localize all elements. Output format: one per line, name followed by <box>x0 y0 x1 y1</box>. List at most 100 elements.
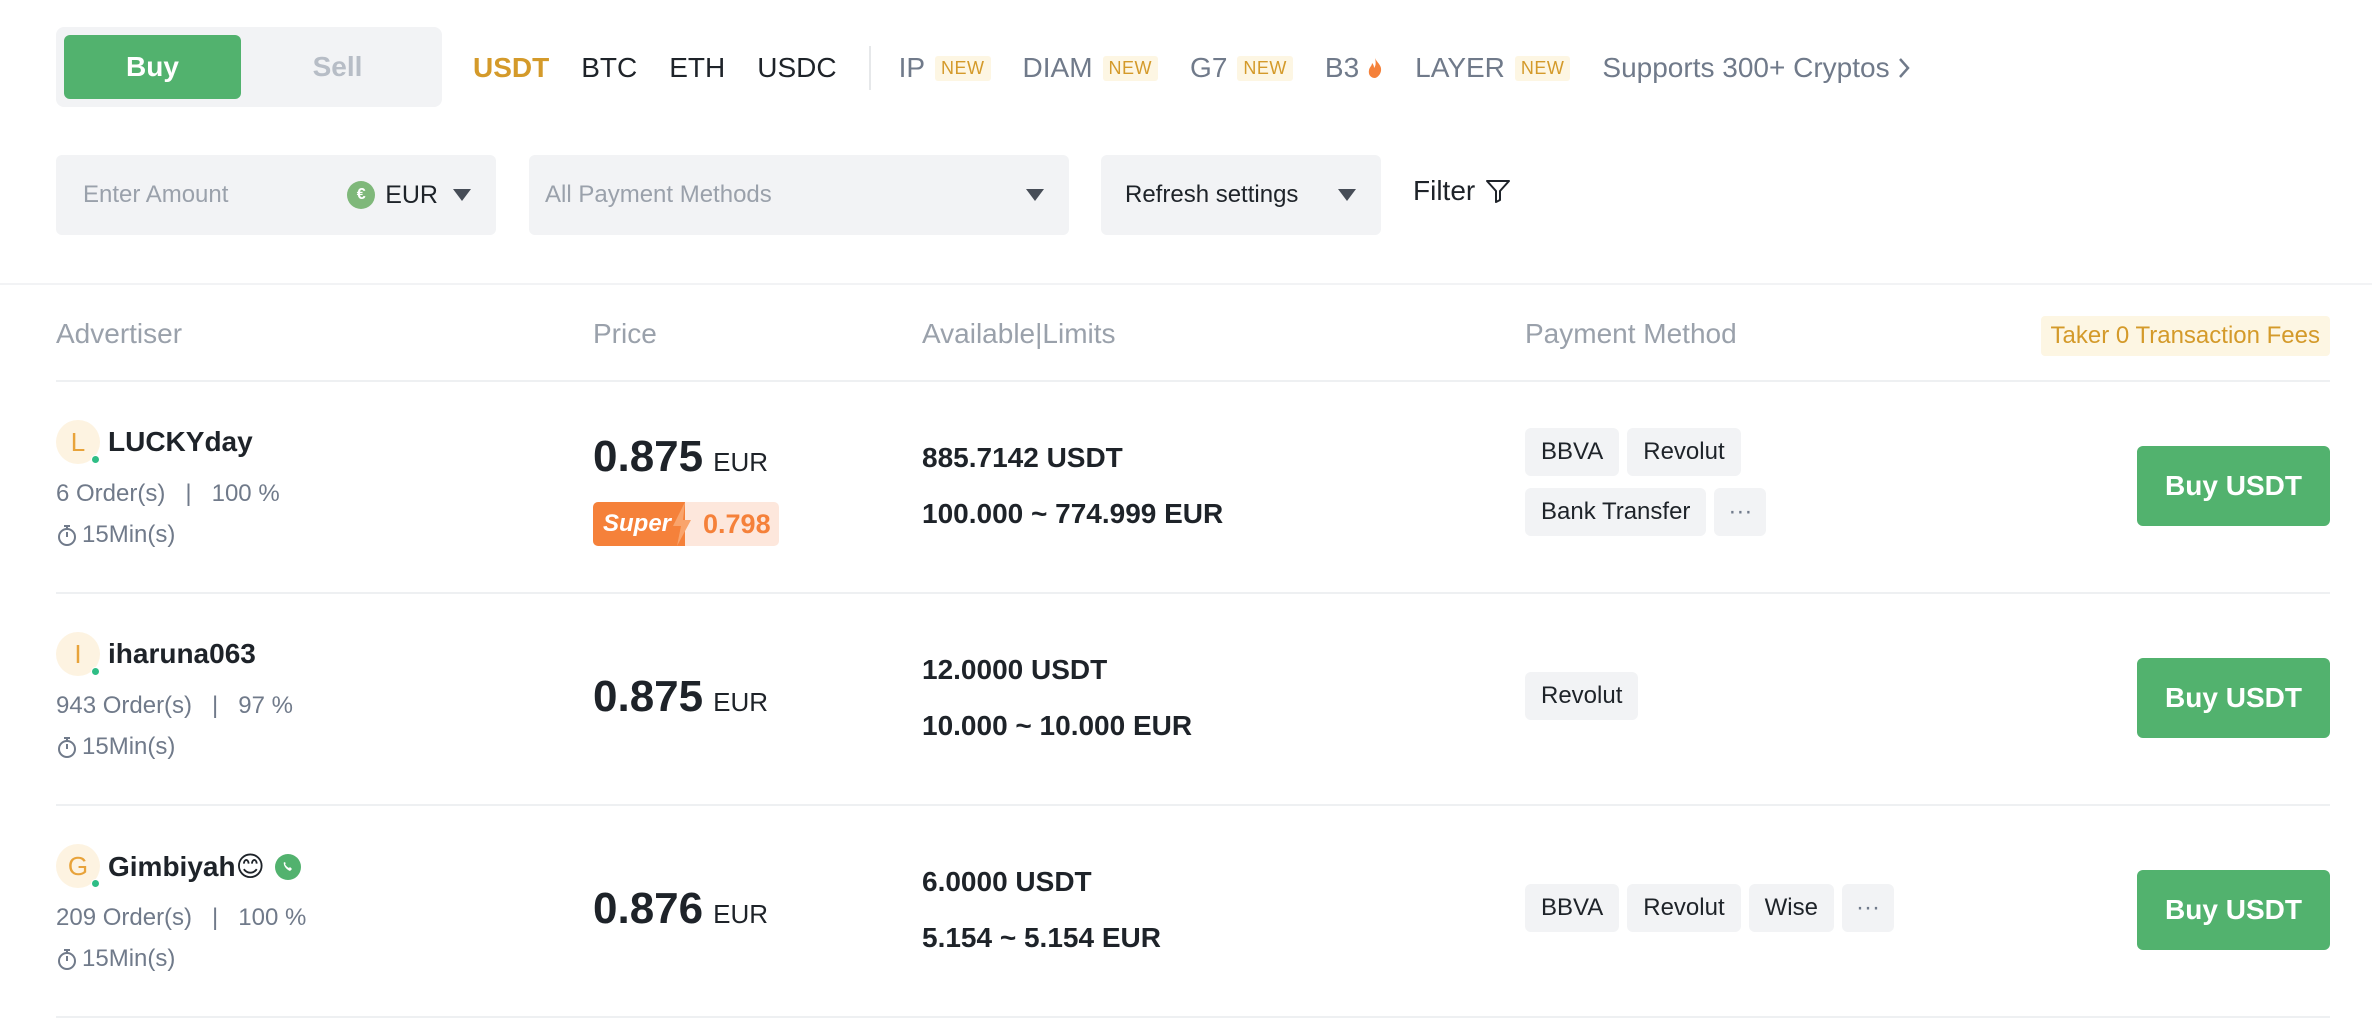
super-price: 0.798 <box>703 508 771 539</box>
new-badge: NEW <box>935 55 991 81</box>
coin-divider <box>868 46 871 90</box>
filter-button[interactable]: Filter <box>1413 175 1511 207</box>
coin-tab-ip[interactable]: IP NEW <box>899 52 991 84</box>
payment-chip: Bank Transfer <box>1525 488 1707 536</box>
coin-label: G7 <box>1190 52 1228 83</box>
coin-tab-layer[interactable]: LAYER NEW <box>1415 52 1571 84</box>
price-value: 0.875 <box>593 672 704 721</box>
payment-methods: Revolut <box>1525 672 1805 720</box>
coin-tab-btc[interactable]: BTC <box>581 52 637 84</box>
advertiser-stats: 943 Order(s) | 97 % <box>56 692 293 719</box>
fire-icon <box>1367 57 1383 79</box>
filter-icon <box>1486 180 1511 203</box>
header-available: Available|Limits <box>922 318 1116 349</box>
more-methods-button[interactable]: ··· <box>1714 488 1767 536</box>
payment-chip: Revolut <box>1627 884 1741 932</box>
buy-sell-toggle: Buy Sell <box>56 27 442 107</box>
coin-tab-b3[interactable]: B3 <box>1325 52 1383 84</box>
header-advertiser: Advertiser <box>56 318 183 349</box>
verified-icon <box>274 853 301 880</box>
avatar[interactable]: G <box>56 844 100 888</box>
available-amount: 12.0000 USDT <box>922 654 1108 685</box>
advertiser-name[interactable]: LUCKYday <box>108 426 253 458</box>
buy-usdt-button[interactable]: Buy USDT <box>2137 870 2330 950</box>
advertiser-name[interactable]: iharuna063 <box>108 638 256 670</box>
filter-label: Filter <box>1413 175 1476 206</box>
table-row: I iharuna063 943 Order(s) | 97 % 15Min(s… <box>56 594 2330 804</box>
coin-tab-diam[interactable]: DIAM NEW <box>1023 52 1159 84</box>
more-methods-button[interactable]: ··· <box>1841 884 1894 932</box>
coin-label: DIAM <box>1022 52 1093 83</box>
coin-tab-usdt[interactable]: USDT <box>473 52 549 84</box>
payment-chip: BBVA <box>1525 884 1620 932</box>
coin-tab-g7[interactable]: G7 NEW <box>1190 52 1293 84</box>
price-unit: EUR <box>713 899 769 929</box>
avatar-initial: G <box>67 850 89 881</box>
table-row: G Gimbiyah😊 209 Order(s) | 100 % 15Min(s… <box>56 806 2330 1016</box>
avatar[interactable]: I <box>56 632 100 676</box>
buy-usdt-button[interactable]: Buy USDT <box>2137 446 2330 526</box>
new-badge: NEW <box>1237 55 1293 81</box>
euro-icon: € <box>347 181 376 209</box>
section-divider <box>0 283 2372 285</box>
taker-fee-badge: Taker 0 Transaction Fees <box>2040 316 2330 356</box>
advertiser-name-container: Gimbiyah😊 <box>108 850 301 883</box>
refresh-label: Refresh settings <box>1125 181 1299 208</box>
completion-rate: 100 % <box>211 480 280 507</box>
currency-select[interactable]: € EUR <box>347 181 438 210</box>
limits-range: 100.000 ~ 774.999 EUR <box>922 498 1224 529</box>
price: 0.875 EUR <box>593 672 768 722</box>
payment-time: 15Min(s) <box>56 733 175 761</box>
limits-range: 10.000 ~ 10.000 EUR <box>922 710 1193 741</box>
avatar-initial: L <box>70 426 86 457</box>
advertiser-name[interactable]: Gimbiyah😊 <box>108 850 265 883</box>
payment-placeholder: All Payment Methods <box>545 181 772 208</box>
order-count: 209 Order(s) <box>56 904 193 931</box>
coin-label: USDC <box>757 52 837 83</box>
super-price-badge: Super 0.798 <box>593 502 779 546</box>
new-badge: NEW <box>1514 55 1571 81</box>
buy-usdt-button[interactable]: Buy USDT <box>2137 658 2330 738</box>
caret-down-icon <box>1338 189 1356 201</box>
payment-chip: Revolut <box>1627 428 1741 476</box>
header-price: Price <box>593 318 657 349</box>
coin-tab-eth[interactable]: ETH <box>669 52 725 84</box>
advertiser-stats: 6 Order(s) | 100 % <box>56 480 280 507</box>
avatar[interactable]: L <box>56 420 100 464</box>
advertiser-stats: 209 Order(s) | 100 % <box>56 904 307 931</box>
time-label: 15Min(s) <box>82 521 176 548</box>
coin-label: LAYER <box>1415 52 1505 83</box>
available-amount: 6.0000 USDT <box>922 866 1092 897</box>
payment-chip: Wise <box>1748 884 1834 932</box>
coin-label: ETH <box>669 52 726 83</box>
caret-down-icon <box>453 189 471 201</box>
amount-input[interactable]: Enter Amount € EUR <box>56 155 496 235</box>
avatar-initial: I <box>74 638 82 669</box>
stopwatch-icon <box>58 525 76 546</box>
payment-chip: Revolut <box>1525 672 1639 720</box>
header-payment: Payment Method <box>1525 318 1737 349</box>
price-unit: EUR <box>713 687 769 717</box>
payment-time: 15Min(s) <box>56 945 175 973</box>
sell-tab[interactable]: Sell <box>241 35 434 99</box>
order-count: 943 Order(s) <box>56 692 193 719</box>
coin-label: B3 <box>1324 52 1360 83</box>
price: 0.875 EUR <box>593 432 768 482</box>
order-count: 6 Order(s) <box>56 480 166 507</box>
coin-label: IP <box>898 52 926 83</box>
completion-rate: 97 % <box>238 692 293 719</box>
payment-time: 15Min(s) <box>56 521 175 549</box>
completion-rate: 100 % <box>238 904 307 931</box>
coin-tab-usdc[interactable]: USDC <box>757 52 836 84</box>
table-header: Advertiser Price Available|Limits Paymen… <box>56 310 2330 360</box>
payment-method-select[interactable]: All Payment Methods <box>529 155 1069 235</box>
supports-label: Supports 300+ Cryptos <box>1602 52 1890 83</box>
caret-down-icon <box>1026 189 1044 201</box>
supports-cryptos-link[interactable]: Supports 300+ Cryptos <box>1602 52 1910 84</box>
super-label: Super <box>603 510 672 537</box>
limits-range: 5.154 ~ 5.154 EUR <box>922 922 1161 953</box>
buy-tab[interactable]: Buy <box>64 35 241 99</box>
price-unit: EUR <box>713 447 769 477</box>
refresh-settings-select[interactable]: Refresh settings <box>1101 155 1381 235</box>
available-amount: 885.7142 USDT <box>922 442 1123 473</box>
